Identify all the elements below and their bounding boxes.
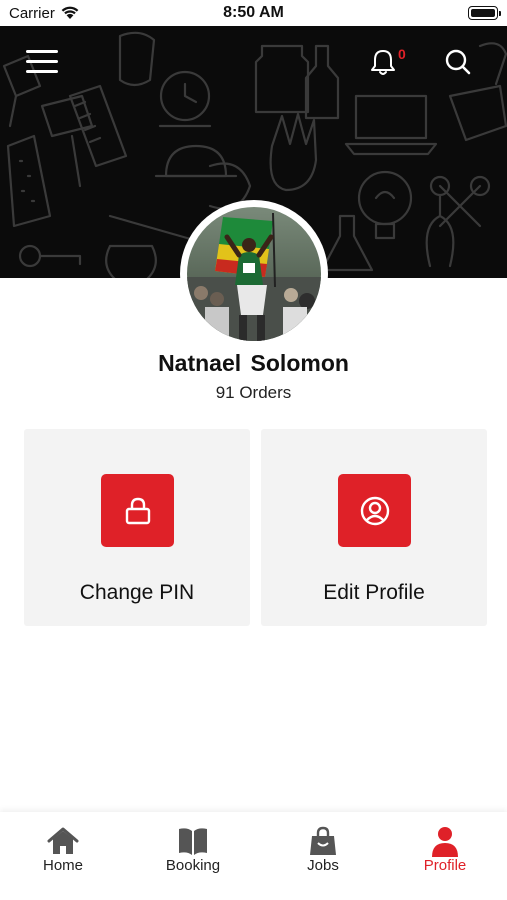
change-pin-card[interactable]: Change PIN: [24, 429, 250, 626]
status-bar: Carrier 8:50 AM: [0, 0, 507, 26]
hamburger-menu-icon: [26, 50, 58, 53]
person-icon: [382, 826, 507, 858]
change-pin-label: Change PIN: [79, 581, 195, 604]
avatar[interactable]: [180, 200, 328, 348]
search-icon: [445, 49, 471, 75]
user-name: Natnael Solomon: [158, 350, 349, 376]
edit-profile-card[interactable]: Edit Profile: [261, 429, 487, 626]
edit-profile-label: Edit Profile: [323, 581, 425, 604]
hamburger-line: [26, 60, 58, 63]
change-pin-icon-tile: [101, 474, 174, 547]
shopping-bag-icon: [260, 826, 386, 858]
tab-booking-label: Booking: [165, 857, 221, 874]
tab-jobs[interactable]: Jobs: [260, 812, 386, 900]
lock-icon: [125, 497, 150, 524]
hamburger-menu-button[interactable]: [26, 50, 60, 78]
notification-count-badge: 0: [398, 46, 406, 62]
book-icon: [130, 826, 256, 858]
edit-profile-icon-tile: [338, 474, 411, 547]
bottom-tab-bar: Home Booking Jobs Profile: [0, 812, 507, 900]
battery-icon: [468, 6, 501, 20]
bell-icon: [371, 50, 395, 75]
tab-home-label: Home: [42, 857, 83, 874]
tab-booking[interactable]: Booking: [130, 812, 256, 900]
tab-profile-label: Profile: [423, 857, 467, 874]
hamburger-line: [26, 70, 58, 73]
tab-profile[interactable]: Profile: [382, 812, 507, 900]
avatar-image: [187, 207, 321, 341]
status-time: 8:50 AM: [223, 4, 284, 21]
notifications-button[interactable]: [370, 48, 398, 78]
avatar-photo: [187, 207, 321, 341]
tab-home[interactable]: Home: [0, 812, 126, 900]
user-circle-icon: [360, 496, 389, 525]
search-button[interactable]: [444, 48, 472, 76]
tab-jobs-label: Jobs: [307, 857, 339, 874]
home-icon: [0, 826, 126, 858]
orders-count: 91 Orders: [215, 383, 292, 402]
